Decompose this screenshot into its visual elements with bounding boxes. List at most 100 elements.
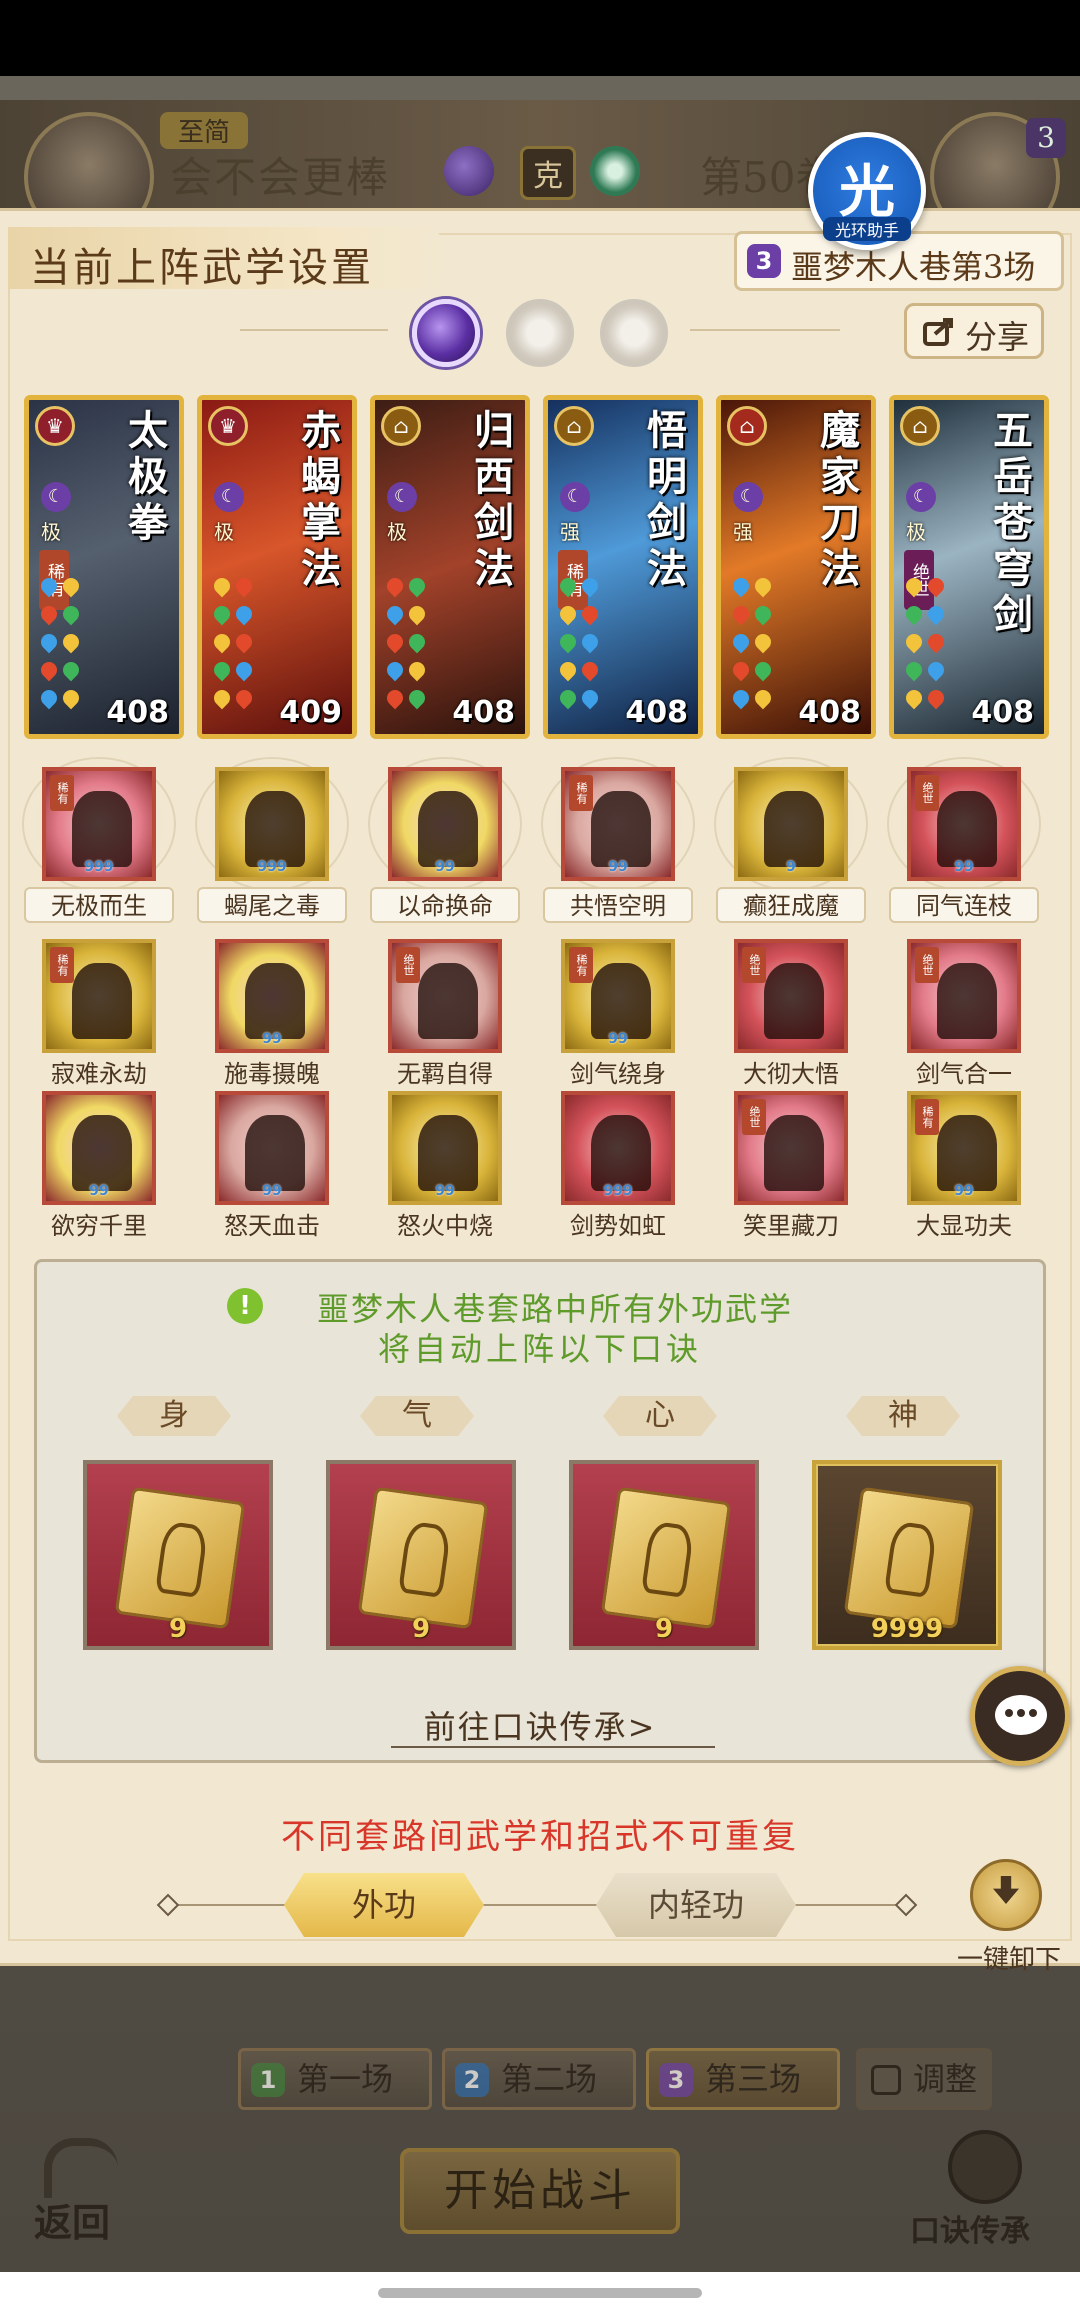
skill-card[interactable]: ♛ 赤蝎掌法 ☾ 极 409 — [197, 395, 357, 739]
move-item[interactable]: 9 癫狂成魔 — [710, 757, 870, 935]
goto-mantra-link[interactable]: 前往口诀传承> — [37, 1702, 1043, 1748]
martial-setup-panel: 当前上阵武学设置 3 噩梦木人巷第3场 分享 ♛ 太极拳 ☾ 极稀有 408 ♛ 赤蝎掌法 ☾… — [0, 208, 1080, 1975]
move-icon: 稀有 99 — [907, 1091, 1021, 1205]
move-rarity-tag: 绝世 — [396, 947, 420, 983]
move-figure — [72, 1115, 132, 1191]
mantra-slot-label: 神 — [846, 1396, 960, 1436]
round-tab-1-label: 第一场 — [297, 2060, 394, 2098]
move-item[interactable]: 稀有 999 无极而生 — [18, 757, 178, 935]
element-pip-icon — [556, 630, 580, 654]
move-figure — [937, 1115, 997, 1191]
element-pip-icon — [383, 602, 407, 626]
move-figure — [764, 963, 824, 1039]
moon-tier-icon: ☾ — [41, 482, 71, 512]
chat-float-button[interactable] — [970, 1666, 1070, 1766]
mantra-slot-frame: 9 — [326, 1460, 516, 1650]
move-rarity-tag: 绝世 — [915, 775, 939, 811]
move-icon: 绝世 — [734, 939, 848, 1053]
divider-right — [690, 329, 840, 331]
move-item[interactable]: 99 怒天血击 — [191, 1091, 351, 1259]
move-rarity-tag: 稀有 — [569, 947, 593, 983]
element-pip-icon — [383, 574, 407, 598]
skill-card[interactable]: ⌂悟明剑法☾强稀有408 — [543, 395, 703, 739]
move-item[interactable]: 99 欲穷千里 — [18, 1091, 178, 1259]
round-tab-1-badge: 1 — [251, 2063, 285, 2097]
move-item[interactable]: 99 怒火中烧 — [364, 1091, 524, 1259]
set-orb-3[interactable] — [600, 299, 668, 367]
opponent-badge: 3 — [1026, 118, 1066, 158]
round-tab-2-badge: 2 — [455, 2063, 489, 2097]
move-level: 999 — [603, 1183, 633, 1199]
skill-card[interactable]: ⌂ 归西剑法 ☾ 极 408 — [370, 395, 530, 739]
back-button[interactable]: 返回 — [30, 2130, 140, 2250]
set-orb-2[interactable] — [506, 299, 574, 367]
move-rarity-tag: 稀有 — [50, 947, 74, 983]
move-figure — [418, 791, 478, 867]
move-figure — [764, 791, 824, 867]
skill-card-grade: 极 — [387, 520, 407, 544]
round-tab-1[interactable]: 1 第一场 — [238, 2048, 432, 2110]
tab-external[interactable]: 外功 — [284, 1873, 484, 1937]
mantra-slot-label: 心 — [603, 1396, 717, 1436]
move-item[interactable]: 999 蝎尾之毒 — [191, 757, 351, 935]
counter-label: 克 — [520, 146, 576, 200]
move-item[interactable]: 稀有 寂难永劫 — [18, 939, 178, 1107]
skill-card-name: 五岳苍穹剑 — [993, 407, 1033, 638]
move-item[interactable]: 绝世 笑里藏刀 — [710, 1091, 870, 1259]
move-item[interactable]: 绝世 99 同气连枝 — [883, 757, 1043, 935]
mantra-inherit-button[interactable]: 口诀传承 — [910, 2130, 1070, 2250]
move-label: 癫狂成魔 — [716, 887, 866, 923]
skill-card[interactable]: ⌂ 魔家刀法 ☾ 强 408 — [716, 395, 876, 739]
unload-label: 一键卸下 — [956, 1945, 1061, 1975]
home-indicator[interactable] — [378, 2288, 702, 2298]
element-pip-icon — [232, 574, 256, 598]
move-icon: 绝世 99 — [907, 767, 1021, 881]
move-item[interactable]: 99 以命换命 — [364, 757, 524, 935]
mantra-slot-level: 9 — [168, 1614, 188, 1644]
move-item[interactable]: 稀有 99 共悟空明 — [537, 757, 697, 935]
element-pip-icon — [210, 686, 234, 710]
move-item[interactable]: 999 剑势如虹 — [537, 1091, 697, 1259]
move-figure — [418, 1115, 478, 1191]
moon-tier-icon: ☾ — [560, 482, 590, 512]
move-item[interactable]: 绝世 剑气合一 — [883, 939, 1043, 1107]
move-figure — [591, 1115, 651, 1191]
tab-internal[interactable]: 内轻功 — [596, 1873, 796, 1937]
share-button[interactable]: 分享 — [904, 303, 1044, 359]
element-pip-icon — [59, 602, 83, 626]
skill-card-grade: 极 — [41, 520, 61, 544]
move-item[interactable]: 稀有 99 大显功夫 — [883, 1091, 1043, 1259]
element-pip-icon — [729, 686, 753, 710]
skill-card[interactable]: ♛太极拳☾极稀有408 — [24, 395, 184, 739]
round-tab-3[interactable]: 3 第三场 — [646, 2048, 840, 2110]
element-pip-icon — [59, 630, 83, 654]
element-pip-icon — [37, 630, 61, 654]
rail-diamond-right — [894, 1893, 918, 1917]
rail-diamond-left — [156, 1893, 180, 1917]
move-item[interactable]: 绝世 大彻大悟 — [710, 939, 870, 1107]
start-battle-button[interactable]: 开始战斗 — [400, 2148, 680, 2234]
element-pip-icon — [751, 686, 775, 710]
move-level: 99 — [954, 859, 974, 875]
unload-icon — [970, 1859, 1042, 1931]
helper-float-button[interactable]: 光 光环助手 — [808, 132, 926, 250]
element-pip-icon — [902, 630, 926, 654]
element-pip-icon — [924, 630, 948, 654]
skill-card[interactable]: ⌂五岳苍穹剑☾极绝世408 — [889, 395, 1049, 739]
sect-emblem-icon: ⌂ — [900, 406, 940, 446]
mantra-slot-label: 气 — [360, 1396, 474, 1436]
round-tab-2[interactable]: 2 第二场 — [442, 2048, 636, 2110]
move-item[interactable]: 99 施毒摄魄 — [191, 939, 351, 1107]
move-item[interactable]: 绝世 无羁自得 — [364, 939, 524, 1107]
move-label: 无极而生 — [24, 887, 174, 923]
adjust-button[interactable]: 调整 — [856, 2048, 992, 2110]
element-pip-icon — [751, 658, 775, 682]
move-label: 同气连枝 — [889, 887, 1039, 923]
move-item[interactable]: 稀有 99 剑气绕身 — [537, 939, 697, 1107]
mantra-inherit-icon — [948, 2130, 1022, 2204]
set-orb-1[interactable] — [412, 299, 480, 367]
player-moon-icon — [444, 146, 494, 196]
round-tab-3-label: 第三场 — [705, 2060, 802, 2098]
move-figure — [591, 791, 651, 867]
move-figure — [245, 963, 305, 1039]
